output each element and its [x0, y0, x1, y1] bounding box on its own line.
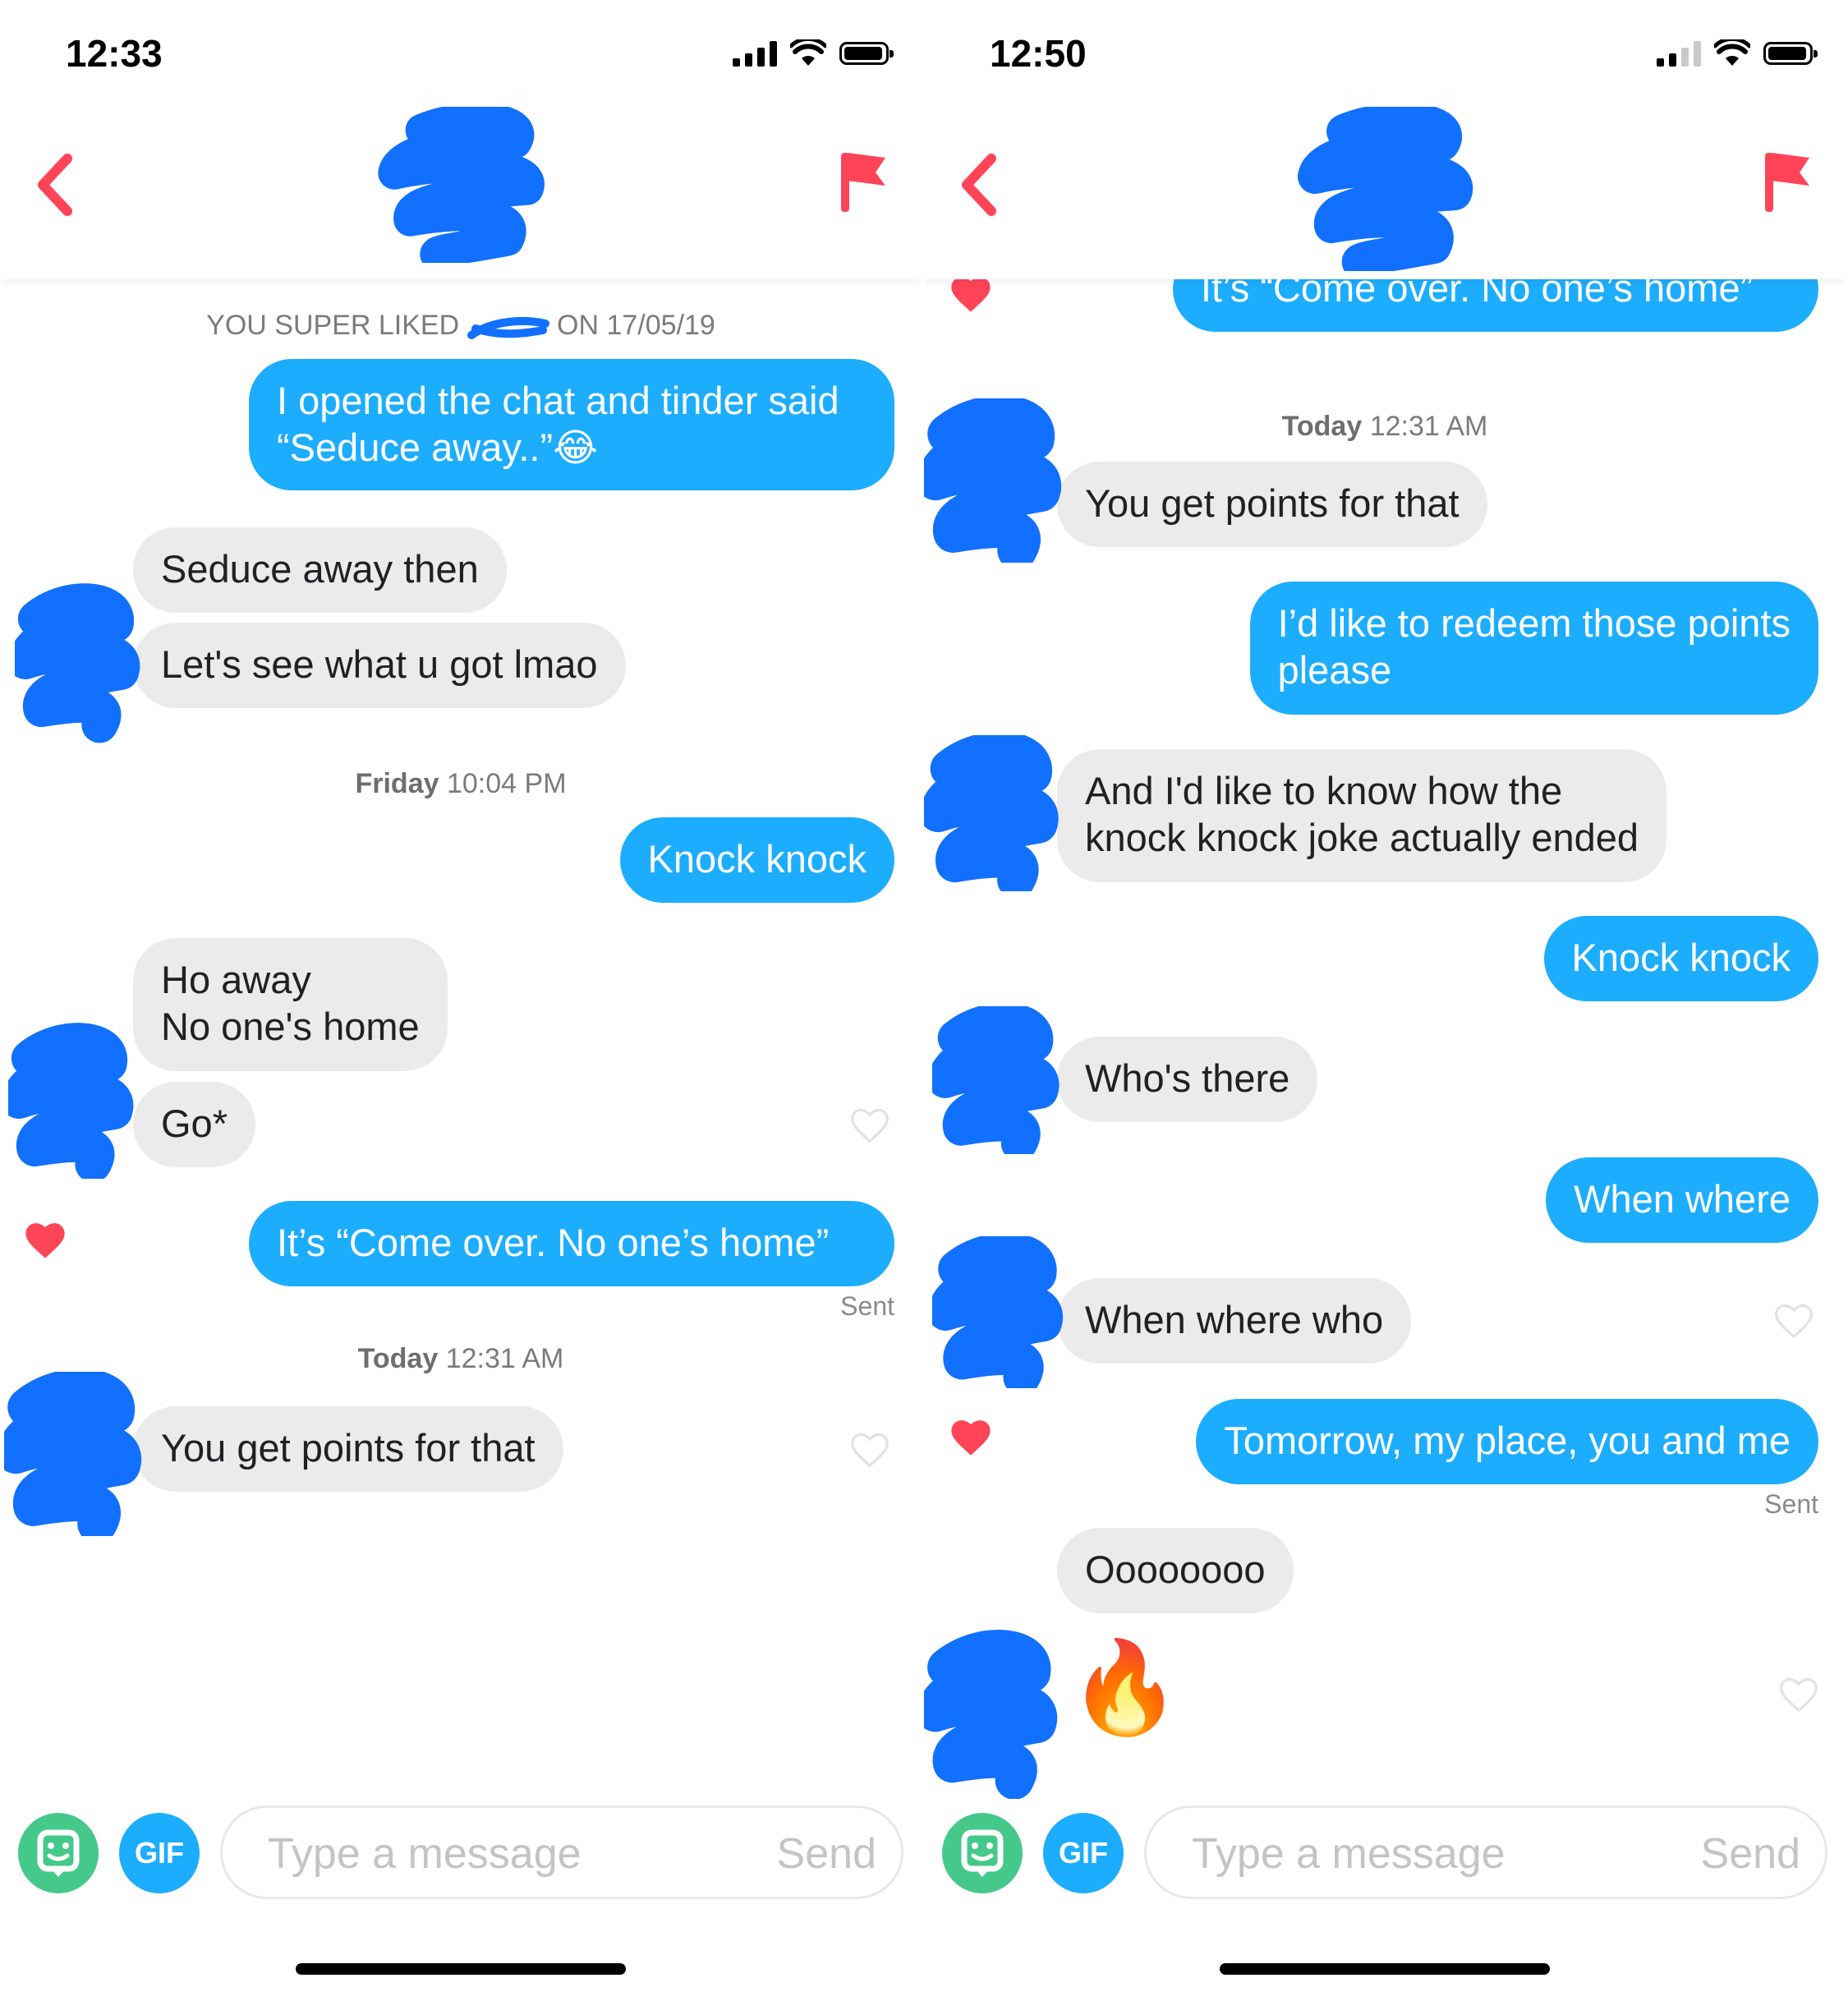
match-avatar-thumb[interactable]	[8, 1023, 136, 1179]
match-avatar-thumb[interactable]	[15, 575, 142, 748]
chat-thread: YOU SUPER LIKED ON 17/05/19 I opened the…	[0, 279, 922, 1782]
send-button[interactable]: Send	[1701, 1829, 1800, 1879]
sticker-button[interactable]	[18, 1813, 99, 1893]
message-input[interactable]: Type a message Send	[220, 1806, 903, 1899]
message-incoming[interactable]: Oooooooo	[1057, 1528, 1294, 1613]
message-incoming[interactable]: You get points for that	[133, 1406, 563, 1492]
message-incoming[interactable]: You get points for that	[1057, 462, 1487, 547]
chat-thread: It’s “Come over. No one’s home” Today 12…	[924, 246, 1846, 1782]
message-composer: GIF Type a message Send	[0, 1799, 922, 1906]
sticker-button[interactable]	[942, 1813, 1023, 1893]
status-icons	[1657, 39, 1818, 67]
timestamp: Today 12:31 AM	[0, 1343, 922, 1375]
like-heart-filled-icon[interactable]	[947, 1414, 995, 1457]
timestamp-time: 12:31 AM	[1369, 411, 1488, 442]
super-like-date: ON 17/05/19	[557, 310, 715, 341]
message-incoming[interactable]: Ho away No one's home	[133, 938, 448, 1071]
screenshot-collage: 12:33 YOU SUPER LIKED ON 17/05/19 I open…	[0, 0, 1848, 2001]
timestamp: Friday 10:04 PM	[0, 768, 922, 800]
sticker-icon	[37, 1829, 80, 1877]
status-icons	[733, 39, 894, 67]
like-heart-filled-icon[interactable]	[21, 1217, 69, 1260]
chat-header	[924, 90, 1846, 279]
timestamp-day: Friday	[355, 768, 439, 799]
cellular-signal-icon	[733, 40, 777, 67]
message-outgoing[interactable]: Knock knock	[1543, 916, 1818, 1001]
message-incoming[interactable]: Let's see what u got lmao	[133, 623, 626, 708]
send-button[interactable]: Send	[777, 1829, 876, 1879]
message-outgoing[interactable]: I’d like to redeem those points please	[1249, 582, 1818, 715]
status-time: 12:33	[66, 32, 163, 75]
message-input[interactable]: Type a message Send	[1144, 1806, 1827, 1899]
message-incoming[interactable]: Seduce away then	[133, 527, 507, 613]
wifi-icon	[790, 39, 826, 66]
match-avatar-thumb[interactable]	[4, 1372, 144, 1536]
message-outgoing[interactable]: Tomorrow, my place, you and me	[1196, 1399, 1818, 1484]
flag-icon[interactable]	[838, 148, 889, 214]
wifi-icon	[1714, 39, 1750, 66]
message-outgoing[interactable]: When where	[1546, 1157, 1818, 1243]
gif-button[interactable]: GIF	[1043, 1813, 1124, 1893]
timestamp-time: 12:31 AM	[445, 1343, 564, 1374]
gif-button[interactable]: GIF	[119, 1813, 200, 1893]
battery-icon	[1763, 42, 1818, 65]
like-heart-outline-icon[interactable]	[846, 1102, 894, 1145]
message-outgoing[interactable]: I opened the chat and tinder said “Seduc…	[249, 359, 894, 490]
message-incoming[interactable]: Who's there	[1057, 1037, 1318, 1122]
input-placeholder: Type a message	[268, 1830, 582, 1878]
super-like-notice: YOU SUPER LIKED ON 17/05/19	[0, 310, 922, 342]
message-incoming-emoji[interactable]: 🔥	[1069, 1643, 1181, 1733]
like-heart-outline-icon[interactable]	[1775, 1672, 1823, 1714]
sent-status: Sent	[840, 1291, 894, 1321]
right-phone-screen: 12:50 It’s “Come over. No one’s home” To…	[924, 0, 1846, 2001]
home-indicator[interactable]	[1220, 1963, 1550, 1975]
timestamp-day: Today	[357, 1343, 439, 1374]
match-avatar-thumb[interactable]	[924, 1626, 1060, 1799]
timestamp-time: 10:04 PM	[446, 768, 567, 799]
message-outgoing[interactable]: It’s “Come over. No one’s home”	[249, 1201, 894, 1286]
sent-status: Sent	[1764, 1489, 1818, 1519]
input-placeholder: Type a message	[1192, 1830, 1506, 1878]
chat-header	[0, 90, 922, 279]
timestamp-day: Today	[1281, 411, 1363, 442]
status-time: 12:50	[990, 32, 1087, 75]
battery-icon	[839, 42, 894, 65]
message-incoming[interactable]: Go*	[133, 1082, 255, 1167]
sticker-icon	[961, 1829, 1004, 1877]
match-avatar[interactable]	[375, 107, 547, 263]
redacted-name	[467, 316, 549, 340]
chevron-left-icon[interactable]	[31, 152, 80, 218]
like-heart-outline-icon[interactable]	[846, 1427, 894, 1470]
message-outgoing[interactable]: Knock knock	[619, 817, 894, 903]
like-heart-outline-icon[interactable]	[1770, 1298, 1818, 1341]
chevron-left-icon[interactable]	[955, 152, 1004, 218]
match-avatar-thumb[interactable]	[932, 1006, 1064, 1154]
message-composer: GIF Type a message Send	[924, 1799, 1846, 1906]
home-indicator[interactable]	[296, 1963, 626, 1975]
message-incoming[interactable]: And I'd like to know how the knock knock…	[1057, 749, 1667, 882]
match-avatar-thumb[interactable]	[932, 1236, 1068, 1388]
message-incoming[interactable]: When where who	[1057, 1278, 1412, 1364]
match-avatar-thumb[interactable]	[924, 398, 1064, 563]
left-phone-screen: 12:33 YOU SUPER LIKED ON 17/05/19 I open…	[0, 0, 922, 2001]
cellular-signal-icon	[1657, 40, 1701, 67]
match-avatar[interactable]	[1294, 107, 1475, 271]
match-avatar-thumb[interactable]	[924, 735, 1064, 891]
flag-icon[interactable]	[1762, 148, 1813, 214]
super-like-prefix: YOU SUPER LIKED	[206, 310, 460, 341]
